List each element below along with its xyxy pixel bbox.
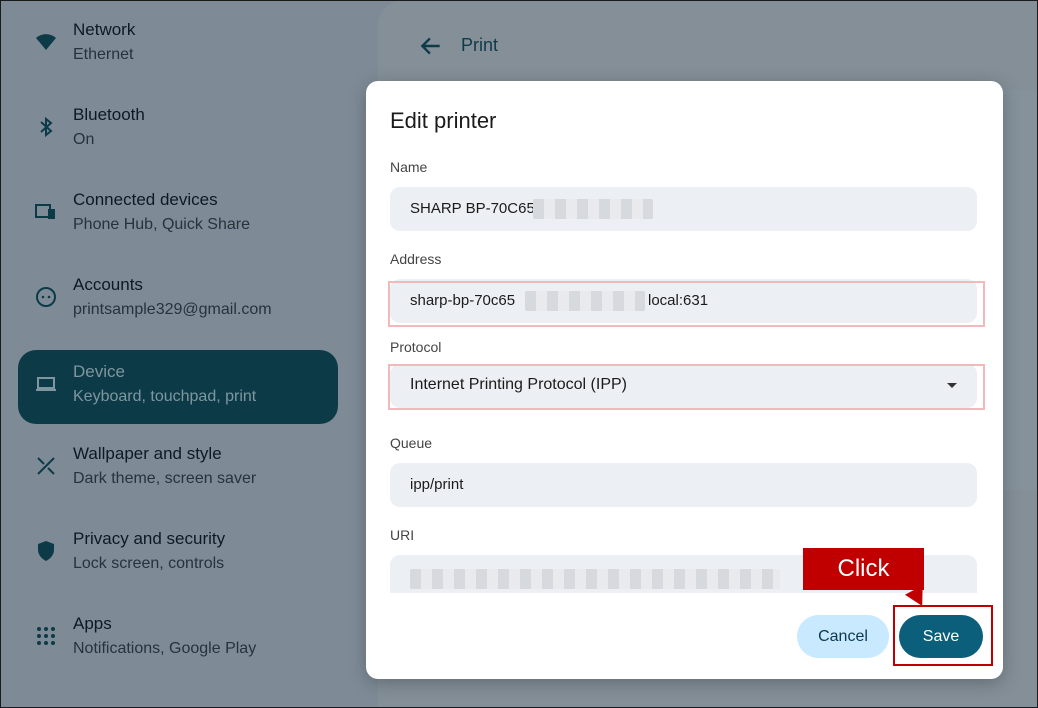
sidebar-item-title: Connected devices bbox=[73, 190, 218, 209]
sidebar-item-subtitle: Lock screen, controls bbox=[73, 555, 225, 572]
cancel-button[interactable]: Cancel bbox=[797, 615, 889, 658]
sidebar-item-title: Privacy and security bbox=[73, 529, 226, 548]
name-value: SHARP BP-70C65 bbox=[410, 200, 535, 217]
connected-devices-icon bbox=[35, 204, 55, 219]
sidebar-item-subtitle: Keyboard, touchpad, print bbox=[73, 388, 257, 405]
sidebar-item-privacy[interactable]: Privacy and security Lock screen, contro… bbox=[18, 517, 338, 591]
sidebar-item-apps[interactable]: Apps Notifications, Google Play bbox=[18, 602, 338, 676]
palette-icon bbox=[37, 457, 55, 475]
protocol-label: Protocol bbox=[390, 339, 442, 355]
shield-icon bbox=[38, 541, 54, 561]
wifi-icon bbox=[36, 34, 56, 50]
sidebar-item-subtitle: On bbox=[73, 131, 95, 148]
queue-value: ipp/print bbox=[410, 476, 464, 493]
sidebar-item-bluetooth[interactable]: Bluetooth On bbox=[18, 93, 338, 167]
sidebar-item-title: Bluetooth bbox=[73, 105, 145, 124]
redacted-text bbox=[410, 569, 780, 589]
account-icon bbox=[36, 287, 56, 307]
sidebar-item-accounts[interactable]: Accounts printsample329@gmail.com bbox=[18, 263, 338, 337]
sidebar-item-subtitle: Phone Hub, Quick Share bbox=[73, 216, 250, 233]
sidebar-item-title: Apps bbox=[73, 614, 112, 633]
queue-label: Queue bbox=[390, 435, 433, 451]
address-label: Address bbox=[390, 251, 442, 267]
sidebar-item-title: Network bbox=[73, 20, 136, 39]
sidebar-item-title: Wallpaper and style bbox=[73, 444, 222, 463]
sidebar-item-subtitle: Notifications, Google Play bbox=[73, 640, 257, 657]
sidebar-item-wallpaper[interactable]: Wallpaper and style Dark theme, screen s… bbox=[18, 432, 338, 506]
laptop-icon bbox=[36, 377, 56, 391]
page-title: Print bbox=[461, 35, 499, 55]
back-arrow-icon[interactable] bbox=[418, 33, 444, 59]
redacted-text bbox=[533, 199, 653, 219]
protocol-highlight bbox=[388, 364, 985, 410]
address-highlight bbox=[388, 281, 985, 327]
sidebar-item-subtitle: Ethernet bbox=[73, 46, 134, 63]
queue-field[interactable]: ipp/print bbox=[390, 463, 977, 507]
bluetooth-icon bbox=[40, 116, 53, 138]
settings-sidebar: Network Ethernet Bluetooth On Connected … bbox=[0, 0, 360, 708]
name-label: Name bbox=[390, 159, 428, 175]
click-callout: Click bbox=[803, 548, 924, 590]
apps-grid-icon bbox=[37, 627, 55, 645]
sidebar-item-subtitle: Dark theme, screen saver bbox=[73, 470, 257, 487]
sidebar-item-connected-devices[interactable]: Connected devices Phone Hub, Quick Share bbox=[18, 178, 338, 252]
name-field[interactable]: SHARP BP-70C65 bbox=[390, 187, 977, 231]
dialog-title: Edit printer bbox=[390, 108, 497, 133]
sidebar-item-subtitle: printsample329@gmail.com bbox=[73, 301, 272, 318]
sidebar-item-title: Accounts bbox=[73, 275, 143, 294]
sidebar-item-device[interactable]: Device Keyboard, touchpad, print bbox=[18, 350, 338, 424]
sidebar-item-title: Device bbox=[73, 362, 125, 381]
sidebar-item-network[interactable]: Network Ethernet bbox=[18, 8, 338, 82]
uri-label: URI bbox=[390, 527, 415, 543]
save-button-highlight bbox=[893, 605, 993, 666]
